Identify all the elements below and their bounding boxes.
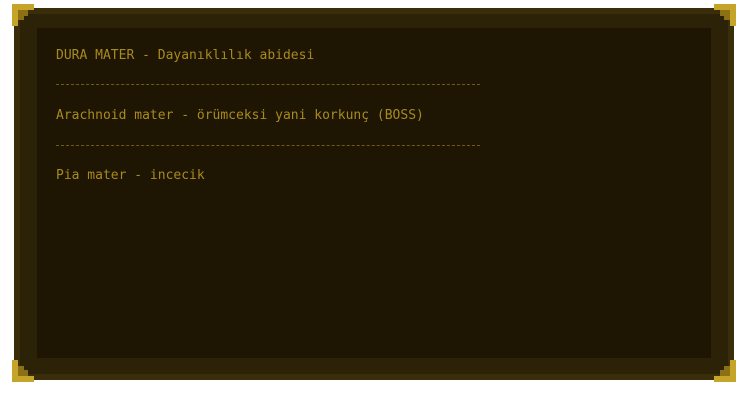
corner-ornament-top-right [702, 4, 736, 38]
corner-ornament-bottom-left [12, 348, 46, 382]
dialog-line-arachnoid-mater: Arachnoid mater - örümceksi yani korkunç… [56, 108, 424, 123]
separator-2 [56, 145, 480, 146]
corner-ornament-top-left [12, 4, 46, 38]
dialog-line-pia-mater: Pia mater - incecik [56, 168, 205, 183]
separator-1 [56, 84, 480, 85]
dialog-panel [37, 28, 711, 358]
dialog-line-dura-mater: DURA MATER - Dayanıklılık abidesi [56, 48, 315, 63]
corner-ornament-bottom-right [702, 348, 736, 382]
